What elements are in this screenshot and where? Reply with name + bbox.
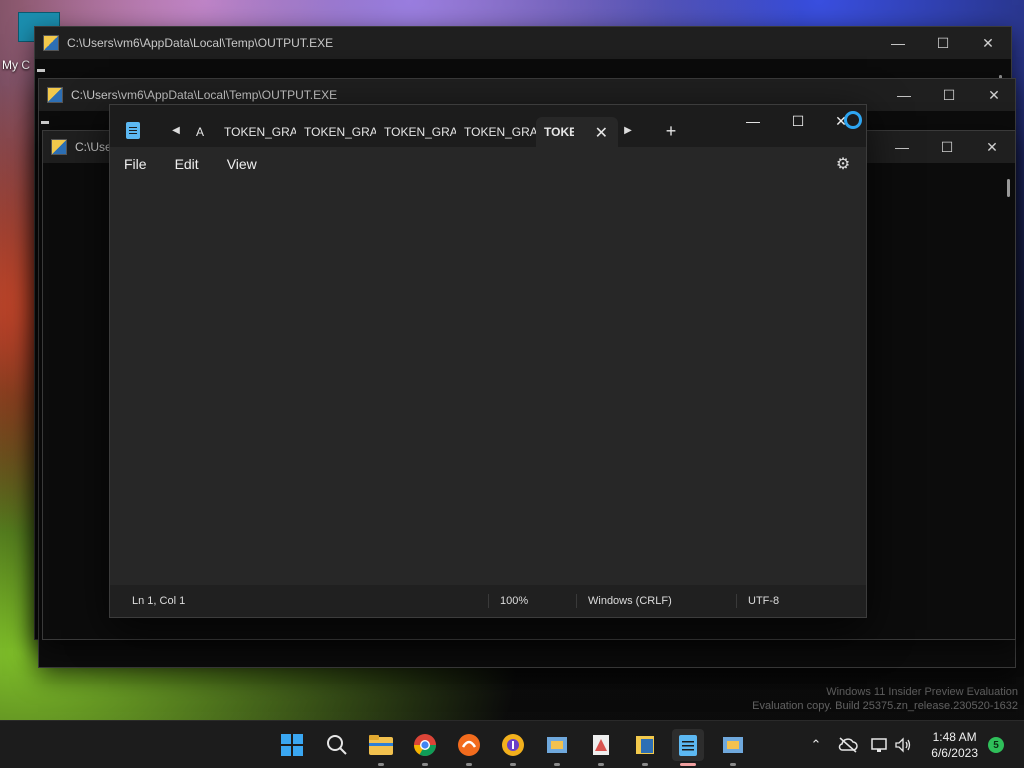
app-icon-3[interactable] (629, 729, 661, 761)
menu-view[interactable]: View (213, 149, 271, 179)
running-indicator-active (680, 763, 696, 766)
minimize-button[interactable]: — (875, 27, 921, 59)
clock-date: 6/6/2023 (931, 746, 978, 760)
maximize-button[interactable]: ☐ (926, 79, 972, 111)
console-titlebar[interactable]: C:\Users\vm6\AppData\Local\Temp\OUTPUT.E… (35, 27, 1011, 59)
close-button[interactable]: ✕ (969, 131, 1015, 163)
console-app-icon (51, 139, 67, 155)
tab-strip: A TOKEN_GRA TOKEN_GRA TOKEN_GRA TOKEN_GR… (192, 117, 618, 147)
text-editor-area[interactable] (110, 181, 866, 585)
clock-time: 1:48 AM (932, 730, 977, 744)
tab-label: TOKEN_GRA (304, 125, 376, 139)
status-cursor-position: Ln 1, Col 1 (132, 595, 186, 607)
console-scrollbar[interactable] (1007, 179, 1010, 197)
minimize-button[interactable]: — (730, 105, 776, 137)
running-indicator (642, 763, 648, 766)
tab-label: TOKEN_GRA (224, 125, 296, 139)
close-button[interactable]: ✕ (971, 79, 1017, 111)
start-icon[interactable] (276, 729, 308, 761)
status-line-ending[interactable]: Windows (CRLF) (588, 585, 672, 617)
running-indicator (730, 763, 736, 766)
menu-bar: File Edit View (110, 147, 866, 181)
status-divider (488, 594, 489, 608)
tab-label: TOKEN (544, 125, 574, 139)
settings-gear-icon[interactable]: ⚙ (834, 155, 852, 173)
cloud-off-icon[interactable] (838, 737, 858, 753)
tab-scroll-left-button[interactable]: ◀ (168, 122, 184, 138)
minimize-button[interactable]: — (879, 131, 925, 163)
running-indicator (422, 763, 428, 766)
close-button[interactable]: ✕ (965, 27, 1011, 59)
busy-cursor-icon (844, 111, 862, 129)
chrome-icon[interactable] (409, 729, 441, 761)
watermark-line-1: Windows 11 Insider Preview Evaluation (826, 686, 1018, 698)
status-bar: Ln 1, Col 1 100% Windows (CRLF) UTF-8 (110, 585, 866, 617)
app-yellow-icon[interactable] (497, 729, 529, 761)
tab-label: A (196, 125, 205, 139)
running-indicator (598, 763, 604, 766)
running-indicator (510, 763, 516, 766)
menu-file[interactable]: File (110, 149, 161, 179)
status-divider (736, 594, 737, 608)
maximize-button[interactable]: ☐ (775, 105, 821, 137)
chevron-up-icon[interactable]: ⌃ (806, 737, 826, 753)
new-tab-button[interactable]: + (662, 119, 680, 143)
file-explorer-icon[interactable] (365, 729, 397, 761)
app-icon-4[interactable] (717, 729, 749, 761)
status-encoding[interactable]: UTF-8 (748, 585, 779, 617)
tab-scroll-right-button[interactable]: ▶ (620, 122, 636, 138)
maximize-button[interactable]: ☐ (924, 131, 970, 163)
clock[interactable]: 1:48 AM 6/6/2023 (931, 729, 978, 761)
notepad-titlebar[interactable]: ◀ A TOKEN_GRA TOKEN_GRA TOKEN_GRA TOKEN_… (110, 105, 866, 147)
search-icon[interactable] (321, 729, 353, 761)
console-title: C:\Users\vm6\AppData\Local\Temp\OUTPUT.E… (67, 36, 334, 50)
volume-icon[interactable] (894, 737, 912, 753)
tab[interactable]: A (192, 117, 216, 147)
running-indicator (466, 763, 472, 766)
console-cursor (37, 69, 45, 72)
volume-icon-wrap[interactable] (894, 721, 912, 768)
console-title: C:\Users\vm6\AppData\Local\Temp\OUTPUT.E… (71, 88, 338, 102)
tab[interactable]: TOKEN_GRA (376, 117, 456, 147)
tab[interactable]: TOKEN_GRA (216, 117, 296, 147)
console-app-icon (47, 87, 63, 103)
notepad-icon[interactable] (672, 729, 704, 761)
system-tray: ⌃ (806, 721, 826, 768)
running-indicator (554, 763, 560, 766)
tab-label: TOKEN_GRA (464, 125, 536, 139)
notepad-window[interactable]: ◀ A TOKEN_GRA TOKEN_GRA TOKEN_GRA TOKEN_… (109, 104, 867, 618)
minimize-button[interactable]: — (881, 79, 927, 111)
tab-close-icon[interactable]: ✕ (595, 123, 608, 143)
app-icon-1[interactable] (541, 729, 573, 761)
menu-edit[interactable]: Edit (161, 149, 213, 179)
app-icon-2[interactable] (585, 729, 617, 761)
status-zoom[interactable]: 100% (500, 585, 528, 617)
running-indicator (378, 763, 384, 766)
network-status[interactable] (838, 721, 858, 768)
tab-label: TOKEN_GRA (384, 125, 456, 139)
app-orange-icon[interactable] (453, 729, 485, 761)
tab-active[interactable]: TOKEN ✕ (536, 117, 618, 147)
tab[interactable]: TOKEN_GRA (456, 117, 536, 147)
notification-badge[interactable]: 5 (988, 737, 1004, 753)
maximize-button[interactable]: ☐ (920, 27, 966, 59)
network-icon-wrap[interactable] (870, 721, 888, 768)
console-cursor (41, 121, 49, 124)
notepad-app-icon (126, 122, 140, 139)
console-app-icon (43, 35, 59, 51)
tab[interactable]: TOKEN_GRA (296, 117, 376, 147)
status-divider (576, 594, 577, 608)
network-icon[interactable] (870, 737, 888, 753)
taskbar: ⌃ 1:48 AM 6/6/2023 5 (0, 720, 1024, 768)
watermark-line-2: Evaluation copy. Build 25375.zn_release.… (752, 700, 1018, 712)
desktop-icon-label: My C (2, 58, 30, 72)
